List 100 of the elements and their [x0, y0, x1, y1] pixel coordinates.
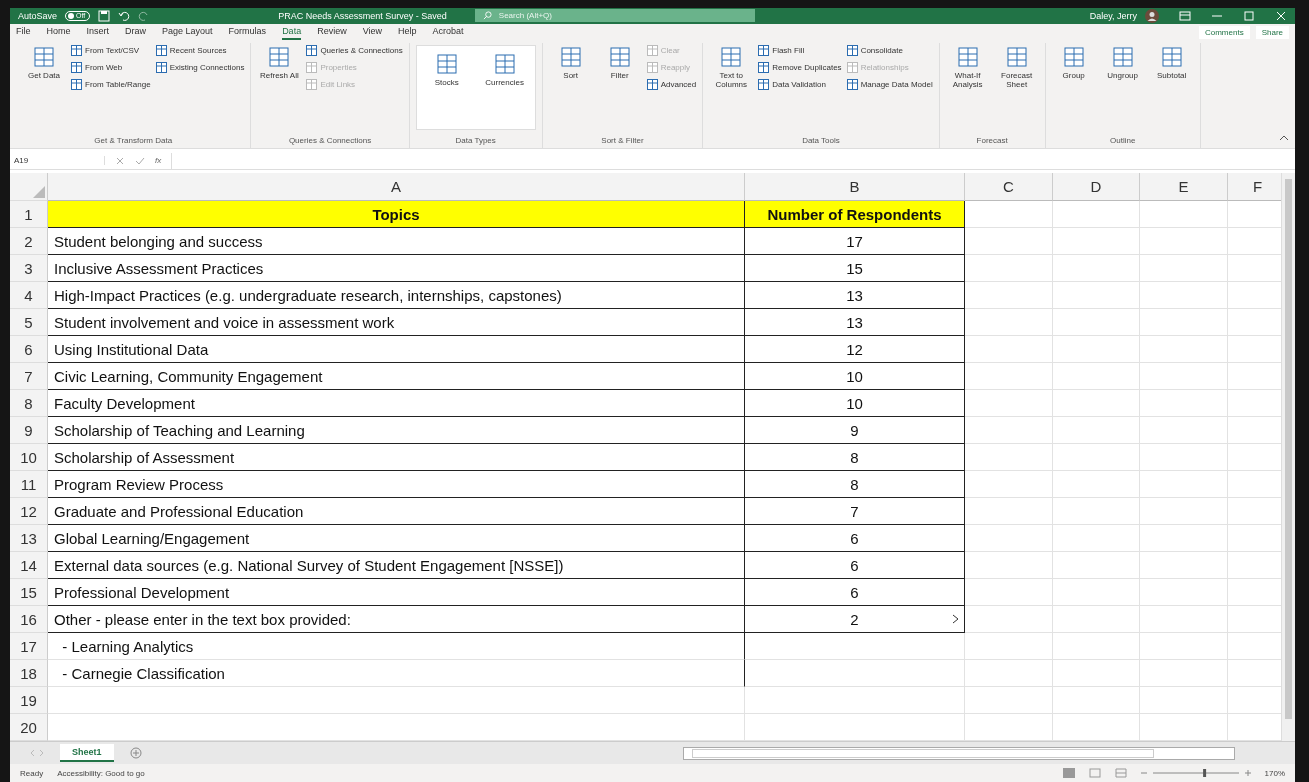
ribbon-button[interactable]: From Text/CSV: [71, 44, 151, 56]
column-header[interactable]: A: [48, 173, 745, 202]
row-header[interactable]: 1: [10, 201, 48, 229]
row-header[interactable]: 7: [10, 363, 48, 391]
save-icon[interactable]: [98, 9, 111, 22]
row-header[interactable]: 13: [10, 525, 48, 553]
ribbon-button[interactable]: Advanced: [646, 78, 697, 90]
ribbon-button[interactable]: Stocks: [424, 51, 469, 87]
ribbon-tab[interactable]: View: [362, 24, 382, 41]
ribbon-button[interactable]: Forecast Sheet: [994, 44, 1039, 89]
accessibility-status[interactable]: Accessibility: Good to go: [57, 768, 145, 778]
ribbon-button[interactable]: Text to Columns: [709, 44, 754, 89]
ribbon-button[interactable]: Filter: [597, 44, 642, 80]
close-icon[interactable]: [1275, 10, 1287, 21]
sheet-nav-icon[interactable]: [30, 749, 44, 758]
table-icon: [306, 78, 318, 90]
ribbon-button[interactable]: From Web: [71, 61, 151, 73]
ribbon-button[interactable]: Ungroup: [1100, 44, 1145, 80]
row-header[interactable]: 3: [10, 255, 48, 283]
chevron-icon[interactable]: [952, 614, 960, 625]
share-button[interactable]: Share: [1255, 25, 1289, 39]
row-header[interactable]: 20: [10, 714, 48, 742]
row-header[interactable]: 17: [10, 633, 48, 661]
table-cell: 8: [745, 444, 965, 472]
row-header[interactable]: 11: [10, 471, 48, 499]
ribbon-button[interactable]: Flash Fill: [758, 44, 842, 56]
row-header[interactable]: 14: [10, 552, 48, 580]
vertical-scrollbar[interactable]: [1281, 173, 1295, 742]
ribbon-tab[interactable]: Insert: [86, 24, 110, 41]
ribbon-button[interactable]: From Table/Range: [71, 78, 151, 90]
search-field[interactable]: Search (Alt+Q): [474, 9, 755, 23]
page-break-icon[interactable]: [1114, 768, 1127, 779]
select-all-corner[interactable]: [10, 173, 48, 202]
ribbon-button[interactable]: Group: [1051, 44, 1096, 80]
function-button[interactable]: fx: [155, 156, 162, 165]
ribbon-tab[interactable]: File: [16, 24, 31, 41]
maximize-icon[interactable]: [1243, 10, 1255, 21]
normal-view-icon[interactable]: [1062, 768, 1075, 779]
ribbon-button[interactable]: Queries & Connections: [306, 44, 403, 56]
ribbon-button[interactable]: Currencies: [482, 51, 527, 87]
table-icon: [646, 78, 658, 90]
table-cell: Using Institutional Data: [48, 336, 745, 364]
ribbon-button[interactable]: Recent Sources: [155, 44, 245, 56]
ribbon-tab[interactable]: Help: [398, 24, 417, 41]
horizontal-scrollbar[interactable]: [683, 746, 1235, 760]
ribbon-display-icon[interactable]: [1179, 10, 1191, 21]
row-header[interactable]: 18: [10, 660, 48, 688]
table-cell: 7: [745, 498, 965, 526]
undo-icon[interactable]: [118, 9, 131, 22]
column-header[interactable]: F: [1228, 173, 1281, 202]
row-header[interactable]: 5: [10, 309, 48, 337]
ribbon-button[interactable]: Data Validation: [758, 78, 842, 90]
row-header[interactable]: 10: [10, 444, 48, 472]
ribbon-button[interactable]: Refresh All: [257, 44, 302, 80]
row-header[interactable]: 12: [10, 498, 48, 526]
add-sheet-icon[interactable]: [129, 747, 142, 760]
table-cell: 8: [745, 471, 965, 499]
row-header[interactable]: 16: [10, 606, 48, 634]
ribbon-button[interactable]: Get Data: [22, 44, 66, 80]
collapse-icon[interactable]: [1279, 133, 1289, 142]
column-header[interactable]: E: [1140, 173, 1228, 202]
table-cell: Scholarship of Teaching and Learning: [48, 417, 745, 445]
avatar-icon[interactable]: [1145, 8, 1159, 23]
name-box[interactable]: A19: [14, 156, 105, 165]
row-header[interactable]: 2: [10, 228, 48, 256]
row-header[interactable]: 19: [10, 687, 48, 715]
row-header[interactable]: 15: [10, 579, 48, 607]
zoom-thumb[interactable]: [1202, 769, 1206, 778]
column-header[interactable]: C: [965, 173, 1053, 202]
ribbon-button[interactable]: Subtotal: [1149, 44, 1194, 80]
table-icon: [71, 44, 82, 56]
ribbon-tab[interactable]: Home: [46, 24, 71, 41]
ribbon-button[interactable]: Manage Data Model: [846, 78, 933, 90]
table-cell: - Learning Analytics: [48, 633, 745, 661]
row-header[interactable]: 8: [10, 390, 48, 418]
check-icon[interactable]: [135, 155, 145, 166]
zoom-level[interactable]: 170%: [1264, 768, 1285, 778]
ribbon-button[interactable]: Consolidate: [846, 44, 933, 56]
ribbon-button[interactable]: Remove Duplicates: [758, 61, 842, 73]
row-header[interactable]: 6: [10, 336, 48, 364]
page-layout-icon[interactable]: [1088, 768, 1101, 779]
comments-button[interactable]: Comments: [1198, 25, 1250, 39]
ribbon-tab[interactable]: Draw: [125, 24, 147, 41]
group-label: Queries & Connections: [288, 135, 372, 145]
ribbon-button[interactable]: Existing Connections: [155, 61, 245, 73]
ribbon-tab[interactable]: Page Layout: [162, 24, 213, 41]
ribbon-tab[interactable]: Formulas: [228, 24, 267, 41]
sheet-tab[interactable]: Sheet1: [60, 744, 114, 763]
row-header[interactable]: 9: [10, 417, 48, 445]
table-cell: Graduate and Professional Education: [48, 498, 745, 526]
column-header[interactable]: D: [1053, 173, 1140, 202]
cancel-icon[interactable]: [115, 155, 125, 166]
row-header[interactable]: 4: [10, 282, 48, 310]
ribbon-tab[interactable]: Review: [317, 24, 347, 41]
table-cell: High-Impact Practices (e.g. undergraduate research, internships, capstones): [48, 282, 745, 310]
column-header[interactable]: B: [745, 173, 965, 202]
ribbon-button[interactable]: Sort: [548, 44, 593, 80]
ribbon-tab[interactable]: Acrobat: [432, 24, 464, 41]
ribbon-button[interactable]: What-If Analysis: [945, 44, 990, 89]
zoom-slider[interactable]: [1140, 768, 1251, 779]
